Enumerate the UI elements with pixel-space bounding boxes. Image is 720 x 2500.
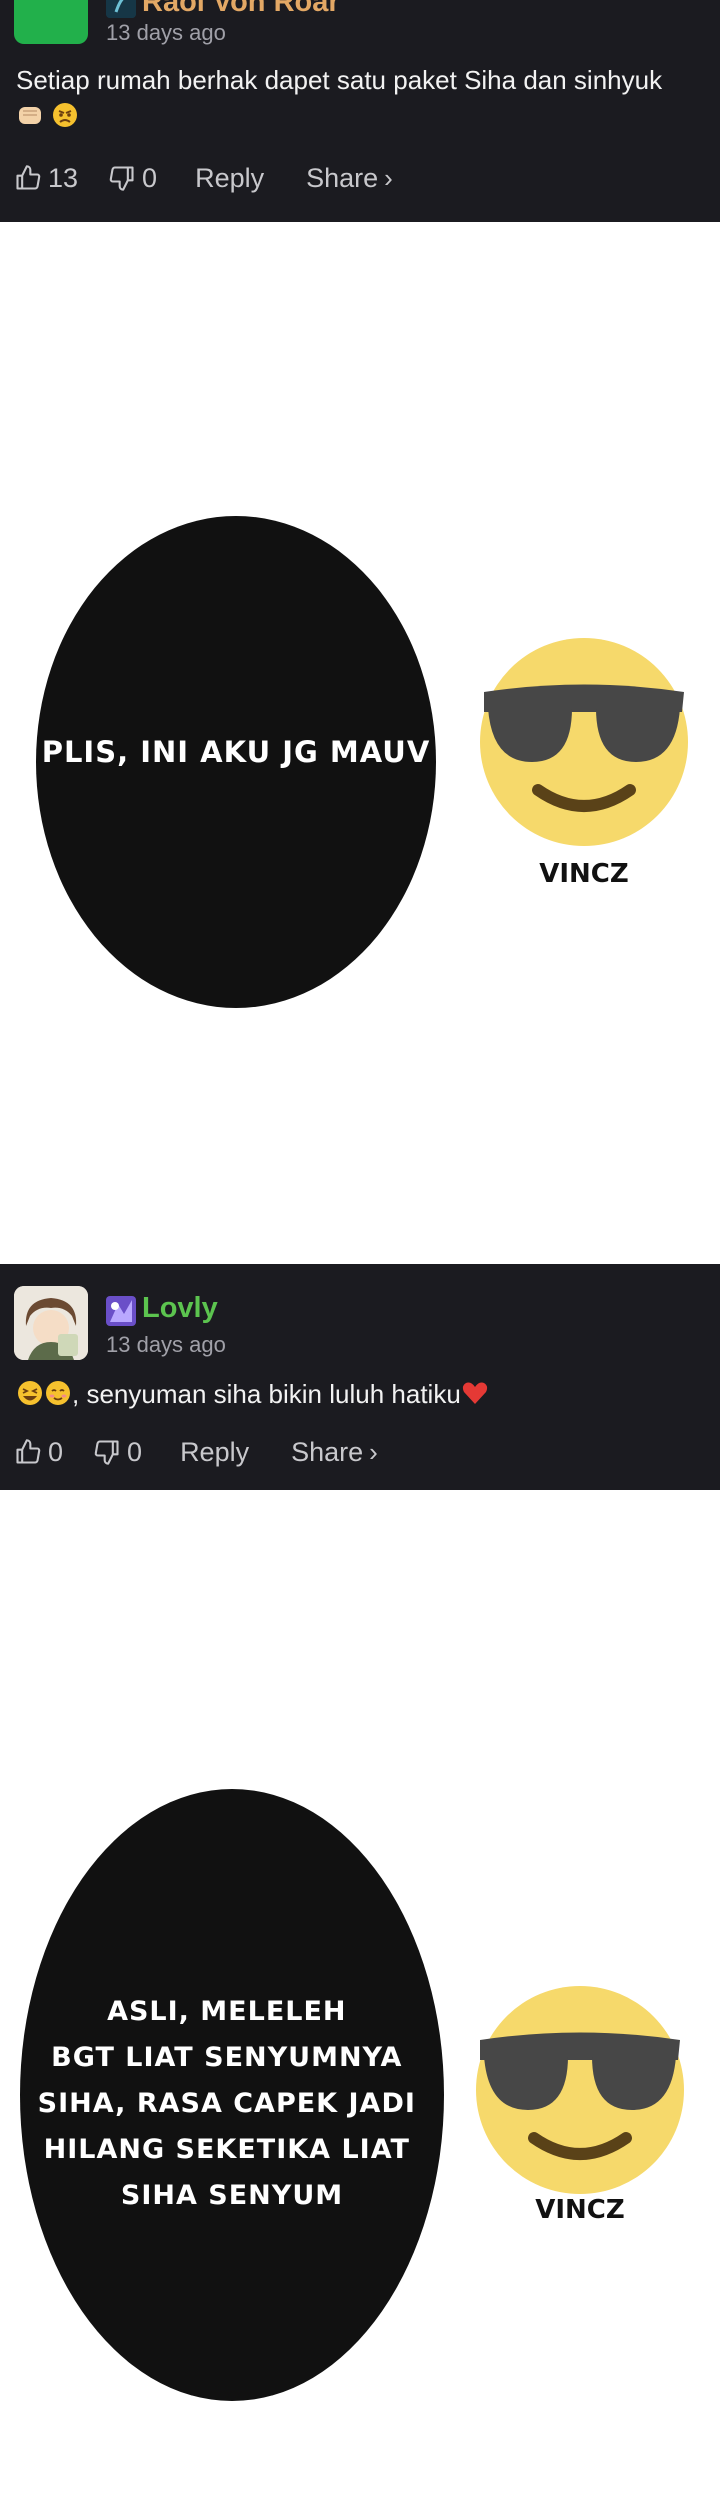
share-label: Share [291, 1436, 364, 1467]
avatar[interactable] [14, 1286, 88, 1360]
thumbs-down-icon [109, 166, 134, 191]
chevron-right-icon: › [384, 162, 393, 193]
like-button[interactable]: 13 [14, 163, 78, 194]
red-heart-emoji-icon [461, 1379, 489, 1416]
dislike-button[interactable]: 0 [93, 1437, 142, 1468]
username[interactable]: Lovly [142, 1292, 218, 1325]
meme-image: PLIS, INI AKU JG MAUV VINCZ [0, 222, 720, 1264]
comment-actions: 13 0 Reply Share › [14, 158, 393, 198]
bubble-line: SIHA SENYUM [121, 2180, 343, 2211]
dislike-button[interactable]: 0 [108, 163, 157, 194]
fist-emoji-icon [16, 101, 44, 138]
sunglasses-face-emoji-icon [480, 638, 688, 846]
comment-text: , senyuman siha bikin luluh hatiku [16, 1376, 704, 1416]
comment-text-body: , senyuman siha bikin luluh hatiku [72, 1379, 461, 1409]
share-button[interactable]: Share › [291, 1437, 378, 1468]
username[interactable]: Raol Von Roar [142, 0, 340, 19]
comment-card: Lovly 13 days ago , senyuman siha bikin … [0, 1264, 720, 1490]
thumbs-up-icon [16, 1439, 41, 1464]
meme-label: VINCZ [535, 2195, 625, 2225]
reply-label: Reply [195, 162, 265, 193]
share-button[interactable]: Share › [306, 163, 393, 194]
reply-label: Reply [180, 1436, 250, 1467]
reply-button[interactable]: Reply [180, 1437, 249, 1468]
user-badge-icon [106, 0, 136, 18]
user-badge-icon [106, 1296, 136, 1326]
share-label: Share [306, 162, 379, 193]
dislike-count: 0 [142, 162, 158, 193]
laughing-face-emoji-icon [16, 1379, 44, 1416]
reply-button[interactable]: Reply [195, 163, 264, 194]
chevron-right-icon: › [369, 1436, 378, 1467]
meme-label: VINCZ [539, 859, 629, 889]
comment-card: Raol Von Roar 13 days ago Setiap rumah b… [0, 0, 720, 222]
comment-text-body: Setiap rumah berhak dapet satu paket Sih… [16, 65, 663, 95]
comment-actions: 0 0 Reply Share › [14, 1432, 378, 1472]
avatar[interactable] [14, 0, 88, 44]
like-count: 0 [48, 1436, 64, 1467]
timestamp: 13 days ago [106, 1332, 226, 1357]
bubble-line: BGT LIAT SENYUMNYA [51, 2042, 402, 2073]
bubble-line: ASLI, MELELEH [107, 1996, 346, 2027]
sunglasses-face-emoji-icon [476, 1986, 684, 2194]
timestamp: 13 days ago [106, 20, 226, 45]
like-button[interactable]: 0 [14, 1437, 63, 1468]
dislike-count: 0 [127, 1436, 143, 1467]
bubble-line: HILANG SEKETIKA LIAT [44, 2134, 410, 2165]
like-count: 13 [48, 162, 79, 193]
bubble-text: PLIS, INI AKU JG MAUV [42, 735, 431, 769]
smiling-face-emoji-icon [44, 1379, 72, 1416]
comment-text: Setiap rumah berhak dapet satu paket Sih… [16, 62, 704, 138]
bubble-line: SIHA, RASA CAPEK JADI [38, 2088, 416, 2119]
thumbs-up-icon [16, 165, 41, 190]
angry-face-emoji-icon [51, 101, 79, 138]
thumbs-down-icon [94, 1440, 119, 1465]
meme-image: ASLI, MELELEH BGT LIAT SENYUMNYA SIHA, R… [0, 1490, 720, 2500]
